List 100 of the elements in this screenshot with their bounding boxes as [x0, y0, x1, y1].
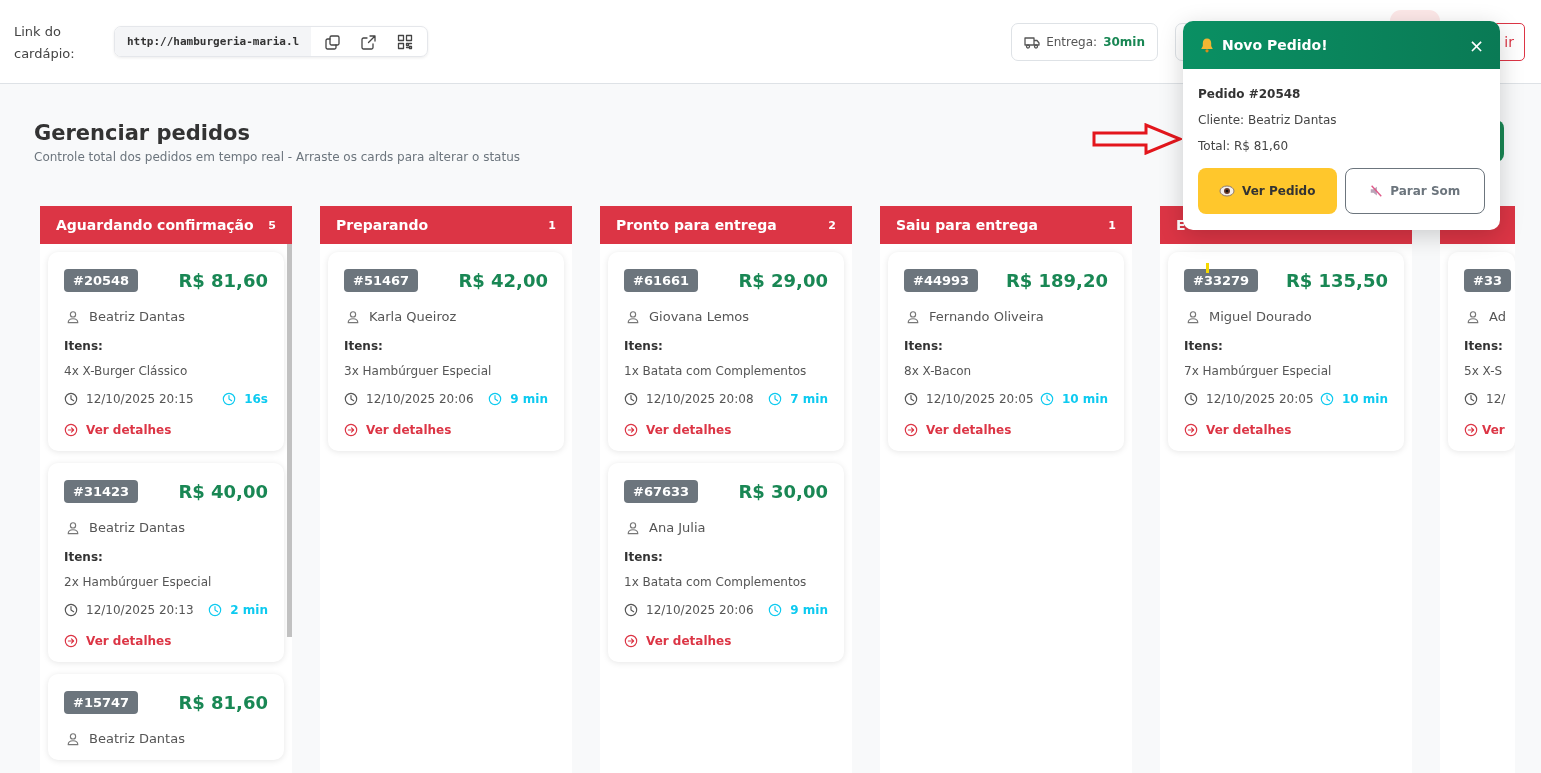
items-label: Itens: — [624, 550, 664, 564]
clock-icon — [1464, 392, 1478, 406]
clock-icon — [624, 603, 638, 617]
items-label: Itens: — [1184, 339, 1224, 353]
order-card[interactable]: #51467 R$ 42,00 Karla Queiroz Itens: 3x Hambúrguer Especial 12/10/2025 20:06 9 min Ver detalhes — [328, 252, 564, 451]
user-icon — [626, 309, 640, 324]
view-order-button[interactable]: Ver Pedido — [1198, 168, 1337, 214]
order-items: 4x X-Burger Clássico — [64, 364, 189, 378]
order-id: #33 — [1464, 269, 1511, 292]
order-total: R$ 81,60 — [178, 692, 268, 713]
url-text: http://hamburgeria-maria.l — [115, 27, 312, 56]
order-total: R$ 81,60 — [178, 270, 268, 291]
order-datetime: 12/ — [1486, 392, 1506, 406]
clock-icon — [344, 392, 358, 406]
clock-icon — [1039, 392, 1054, 406]
muted-speaker-icon — [1369, 184, 1384, 198]
details-link[interactable]: Ver detalhes — [624, 423, 828, 437]
customer-name: Fernando Oliveira — [929, 309, 1044, 324]
customer-text: Cliente: Beatriz Dantas — [1198, 113, 1338, 127]
order-total: R$ 30,00 — [738, 481, 828, 502]
order-total: R$ 42,00 — [458, 270, 548, 291]
details-link[interactable]: Ver detalhes — [624, 634, 828, 648]
order-datetime: 12/10/2025 20:08 — [646, 392, 754, 406]
order-items: 1x Batata com Complementos — [624, 575, 808, 589]
page-title: Gerenciar pedidos — [34, 120, 250, 147]
details-link[interactable]: Ver detalhes — [64, 634, 268, 648]
popup-title: Novo Pedido! — [1222, 37, 1329, 53]
order-items: 8x X-Bacon — [904, 364, 973, 378]
order-total: R$ 135,50 — [1285, 270, 1388, 291]
order-datetime: 12/10/2025 20:06 — [646, 603, 754, 617]
elapsed-time: 10 min — [1061, 392, 1108, 406]
details-link[interactable]: Ver — [1464, 423, 1515, 437]
scrollbar[interactable] — [287, 244, 292, 637]
order-card[interactable]: #15747 R$ 81,60 Beatriz Dantas — [48, 674, 284, 760]
external-link-icon — [361, 33, 378, 50]
details-link[interactable]: Ver detalhes — [64, 423, 268, 437]
order-card[interactable]: #67633 R$ 30,00 Ana Julia Itens: 1x Batata com Complementos 12/10/2025 20:06 9 min Ver detalhes — [608, 463, 844, 662]
order-total: R$ 189,20 — [1005, 270, 1108, 291]
user-icon — [66, 520, 80, 535]
customer-name: Ad — [1489, 309, 1506, 324]
customer-name: Ana Julia — [649, 520, 706, 535]
order-number: Pedido #20548 — [1198, 87, 1302, 101]
details-link[interactable]: Ver detalhes — [904, 423, 1108, 437]
order-card[interactable]: #33279 R$ 135,50 Miguel Dourado Itens: 7x Hambúrguer Especial 12/10/2025 20:05 10 min Ver detalhes — [1168, 252, 1404, 451]
order-id: #67633 — [624, 480, 699, 503]
elapsed-time: 9 min — [510, 392, 548, 406]
order-card[interactable]: #33 Ad Itens: 5x X-S 12/ Ver — [1448, 252, 1515, 451]
menu-link-label: Link do cardápio: — [14, 22, 76, 63]
items-label: Itens: — [344, 339, 384, 353]
qr-code-icon — [397, 33, 414, 50]
clock-icon — [1184, 392, 1198, 406]
customer-name: Beatriz Dantas — [89, 309, 185, 324]
order-id: #15747 — [64, 691, 139, 714]
user-icon — [66, 309, 80, 324]
order-id: #20548 — [64, 269, 139, 292]
order-count: 5 — [268, 218, 276, 232]
arrow-circle-icon — [1184, 423, 1198, 437]
order-count: 1 — [548, 218, 556, 232]
arrow-circle-icon — [344, 423, 358, 437]
order-card[interactable]: #44993 R$ 189,20 Fernando Oliveira Itens: 8x X-Bacon 12/10/2025 20:05 10 min Ver detalhes — [888, 252, 1124, 451]
column-title: Saiu para entrega — [896, 217, 1038, 233]
user-icon — [66, 731, 80, 746]
clock-icon — [1319, 392, 1334, 406]
right-arrow-icon — [1092, 123, 1182, 155]
order-count: 1 — [1108, 218, 1116, 232]
stop-sound-button[interactable]: Parar Som — [1344, 168, 1485, 214]
order-total: R$ 29,00 — [738, 270, 828, 291]
column-title: Aguardando confirmação — [56, 217, 254, 233]
order-datetime: 12/10/2025 20:13 — [86, 603, 194, 617]
page-subtitle: Controle total dos pedidos em tempo real - Arraste os cards para alterar o status — [34, 150, 522, 164]
user-icon — [1466, 309, 1480, 324]
order-card[interactable]: #61661 R$ 29,00 Giovana Lemos Itens: 1x Batata com Complementos 12/10/2025 20:08 7 min Ver detalhes — [608, 252, 844, 451]
close-button[interactable]: × — [1468, 34, 1484, 56]
order-items: 3x Hambúrguer Especial — [344, 364, 493, 378]
user-icon — [906, 309, 920, 324]
order-card[interactable]: #20548 R$ 81,60 Beatriz Dantas Itens: 4x X-Burger Clássico 12/10/2025 20:15 16s Ver detalhes — [48, 252, 284, 451]
arrow-circle-icon — [624, 634, 638, 648]
arrow-circle-icon — [64, 423, 78, 437]
clock-icon — [768, 603, 783, 617]
arrow-circle-icon — [64, 634, 78, 648]
order-datetime: 12/10/2025 20:15 — [86, 392, 194, 406]
order-card[interactable]: #31423 R$ 40,00 Beatriz Dantas Itens: 2x Hambúrguer Especial 12/10/2025 20:13 2 min Ver detalhes — [48, 463, 284, 662]
menu-link-field[interactable]: http://hamburgeria-maria.l — [114, 26, 429, 57]
column-title: Pronto para entrega — [616, 217, 777, 233]
order-id: #31423 — [64, 480, 139, 503]
user-icon — [626, 520, 640, 535]
clock-icon — [904, 392, 918, 406]
items-label: Itens: — [624, 339, 664, 353]
clock-icon — [768, 392, 783, 406]
order-count: 2 — [828, 218, 836, 232]
column-title: Preparando — [336, 217, 429, 233]
details-link[interactable]: Ver detalhes — [1184, 423, 1388, 437]
order-total: R$ 40,00 — [178, 481, 268, 502]
details-link[interactable]: Ver detalhes — [344, 423, 548, 437]
elapsed-time: 2 min — [230, 603, 268, 617]
items-label: Itens: — [904, 339, 944, 353]
clock-icon — [488, 392, 503, 406]
delivery-time-button[interactable]: Entrega: 30min — [1011, 22, 1158, 61]
items-label: Itens: — [64, 550, 104, 564]
clock-icon — [64, 392, 78, 406]
